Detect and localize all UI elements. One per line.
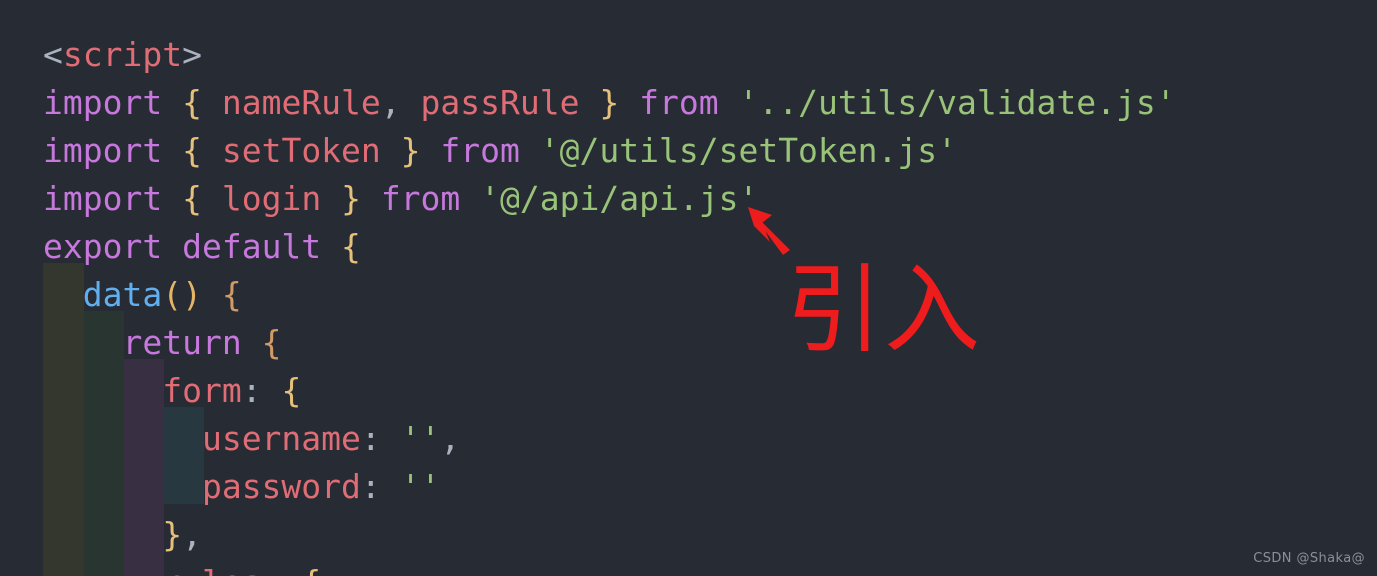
csdn-watermark: CSDN @Shaka@ (1253, 551, 1365, 566)
code-line-2[interactable]: import { nameRule, passRule } from '../u… (43, 79, 1176, 127)
token-punct: : (241, 371, 262, 410)
token-ident: passRule (420, 83, 580, 122)
token-prop: form (162, 371, 242, 410)
code-line-6[interactable]: data() { (43, 271, 242, 319)
token-keyword: import (43, 179, 163, 218)
token-keyword: import (43, 131, 163, 170)
token-string: '@/api/api.js' (480, 179, 759, 218)
token-punct: , (380, 83, 401, 122)
token-brace-y: } (400, 131, 421, 170)
token-keyword: from (380, 179, 461, 218)
token-ident: login (221, 179, 322, 218)
code-line-11[interactable]: }, (43, 511, 202, 559)
token-brace-y: } (341, 179, 361, 218)
token-brace-y: { (281, 371, 302, 410)
token-punct: : (360, 419, 381, 458)
token-brace-y: { (182, 83, 202, 122)
token-prop: password (201, 467, 361, 506)
token-punct: > (182, 35, 202, 74)
code-line-1[interactable]: <script> (43, 31, 202, 79)
token-string: '' (400, 419, 441, 458)
token-punct: , (440, 419, 461, 458)
token-string: '@/utils/setToken.js' (539, 131, 958, 170)
token-prop: username (201, 419, 361, 458)
token-keyword: from (440, 131, 520, 170)
token-keyword: export (43, 227, 163, 266)
code-line-8[interactable]: form: { (43, 367, 301, 415)
token-keyword: default (182, 227, 322, 266)
code-line-10[interactable]: password: '' (43, 463, 440, 511)
token-brace-y: { (182, 179, 202, 218)
token-brace-y: { (301, 563, 321, 576)
token-punct: , (182, 515, 202, 554)
token-string: '../utils/validate.js' (738, 83, 1176, 122)
code-line-12[interactable]: rules: { (43, 559, 321, 576)
code-content[interactable]: <script> import { nameRule, passRule } fr… (0, 0, 1377, 576)
token-brace-o: { (261, 323, 282, 362)
code-line-4[interactable]: import { login } from '@/api/api.js' (43, 175, 758, 223)
token-paren-g: ) (182, 275, 202, 314)
token-punct: : (262, 563, 282, 576)
token-keyword: import (43, 83, 163, 122)
code-line-3[interactable]: import { setToken } from '@/utils/setTok… (43, 127, 957, 175)
token-brace-y: { (182, 131, 202, 170)
token-brace-y: } (162, 515, 183, 554)
token-prop: rules (162, 563, 261, 576)
token-ident: nameRule (221, 83, 381, 122)
token-tag: script (62, 35, 183, 74)
token-paren-g: ( (162, 275, 183, 314)
token-brace-y: } (599, 83, 620, 122)
token-punct: : (360, 467, 381, 506)
code-line-9[interactable]: username: '', (43, 415, 460, 463)
token-ident: setToken (221, 131, 381, 170)
token-keyword: from (639, 83, 719, 122)
token-keyword: return (122, 323, 242, 362)
token-string: '' (400, 467, 441, 506)
code-line-5[interactable]: export default { (43, 223, 361, 271)
code-line-7[interactable]: return { (43, 319, 281, 367)
code-editor-screenshot: <script> import { nameRule, passRule } fr… (0, 0, 1377, 576)
token-punct: < (43, 35, 63, 74)
token-fn: data (82, 275, 163, 314)
token-brace-o: { (221, 275, 242, 314)
token-brace-y: { (341, 227, 361, 266)
